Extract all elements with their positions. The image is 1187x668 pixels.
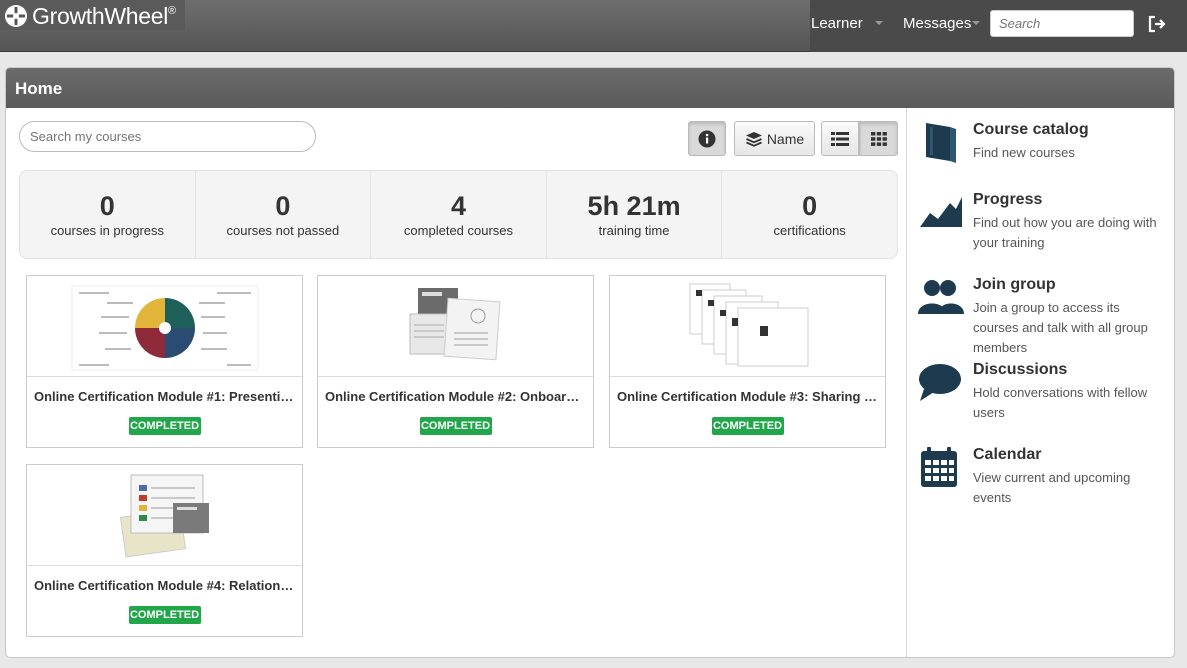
grid-view-icon (870, 131, 887, 146)
course-title[interactable]: Online Certification Module #2: Onboardi… (318, 389, 593, 404)
info-icon (698, 130, 716, 147)
logo[interactable]: GrowthWheel® (0, 0, 185, 30)
top-bar: GrowthWheel® Learner Messages (0, 0, 1187, 52)
sidebar-item-join-group[interactable]: Join group Join a group to access its co… (916, 276, 1171, 355)
relationship-materials-image (119, 474, 209, 558)
sidebar-title[interactable]: Calendar (973, 446, 1041, 464)
stat-label: courses not passed (226, 223, 340, 238)
course-search-input[interactable] (19, 121, 316, 152)
course-card[interactable]: Online Certification Module #4: Relation… (26, 464, 303, 637)
stat-courses-not-passed: 0 courses not passed (196, 171, 372, 258)
learner-caret-icon[interactable] (875, 21, 883, 25)
info-button[interactable] (688, 121, 726, 156)
book-icon (926, 123, 956, 163)
sidebar-item-progress[interactable]: Progress Find out how you are doing with… (916, 191, 1171, 253)
chart-icon (920, 197, 962, 227)
layers-icon (745, 131, 762, 147)
home-panel: Home Name 0 cour (5, 67, 1175, 658)
messages-caret-icon[interactable] (972, 21, 980, 25)
grid-view-button[interactable] (859, 121, 898, 156)
sidebar-item-calendar[interactable]: Calendar View current and upcoming event… (916, 446, 1171, 508)
stat-courses-in-progress: 0 courses in progress (20, 171, 196, 258)
stat-value: 0 (99, 191, 115, 221)
logo-registered-mark: ® (168, 5, 176, 17)
nav-learner[interactable]: Learner (811, 15, 863, 32)
sidebar-desc: View current and upcoming events (973, 470, 1131, 505)
status-badge: COMPLETED (419, 417, 492, 435)
course-thumbnail[interactable] (610, 276, 885, 377)
stat-value: 4 (450, 191, 466, 221)
course-title[interactable]: Online Certification Module #4: Relation… (27, 578, 302, 593)
sidebar-divider (906, 108, 907, 657)
status-badge: COMPLETED (128, 606, 201, 624)
stats-bar: 0 courses in progress 0 courses not pass… (19, 170, 898, 259)
course-thumbnail[interactable] (318, 276, 593, 377)
sidebar-item-course-catalog[interactable]: Course catalog Find new courses (916, 121, 1171, 171)
stat-label: completed courses (403, 223, 514, 238)
sidebar-desc: Join a group to access its courses and t… (973, 300, 1148, 355)
list-view-icon (831, 131, 849, 146)
sidebar-desc: Find new courses (973, 145, 1075, 160)
global-search-input[interactable] (990, 10, 1134, 37)
stat-label: certifications (773, 223, 846, 238)
course-thumbnail[interactable] (27, 465, 302, 566)
stat-value: 5h 21m (587, 191, 681, 221)
stat-value: 0 (802, 191, 818, 221)
sort-label: Name (766, 130, 805, 147)
stat-label: training time (598, 223, 670, 238)
sidebar-title[interactable]: Course catalog (973, 121, 1089, 139)
sort-by-name-button[interactable]: Name (734, 121, 815, 156)
sidebar-desc: Hold conversations with fellow users (973, 385, 1148, 420)
stat-label: courses in progress (50, 223, 165, 238)
sidebar-item-discussions[interactable]: Discussions Hold conversations with fell… (916, 361, 1171, 423)
logout-icon[interactable] (1147, 14, 1167, 34)
onboarding-materials-image (409, 288, 501, 361)
course-card[interactable]: Online Certification Module #3: Sharing … (609, 275, 886, 448)
stat-value: 0 (275, 191, 291, 221)
nav-messages[interactable]: Messages (903, 15, 971, 32)
course-title[interactable]: Online Certification Module #1: Presenti… (27, 389, 302, 404)
stat-training-time: 5h 21m training time (547, 171, 723, 258)
status-badge: COMPLETED (128, 417, 201, 435)
group-icon (918, 280, 964, 314)
sidebar-title[interactable]: Join group (973, 276, 1056, 294)
calendar-icon (921, 447, 957, 487)
stat-completed-courses: 4 completed courses (371, 171, 547, 258)
list-view-button[interactable] (821, 121, 859, 156)
status-badge: COMPLETED (711, 417, 784, 435)
tools-pages-image (689, 283, 809, 367)
stat-certifications: 0 certifications (722, 171, 897, 258)
page-title: Home (6, 68, 1174, 108)
sidebar-desc: Find out how you are doing with your tra… (973, 215, 1157, 250)
sidebar-title[interactable]: Progress (973, 191, 1042, 209)
course-thumbnail[interactable] (27, 276, 302, 377)
sidebar-title[interactable]: Discussions (973, 361, 1067, 379)
speech-bubble-icon (919, 364, 961, 401)
logo-text: GrowthWheel (32, 3, 169, 29)
course-card[interactable]: Online Certification Module #2: Onboardi… (317, 275, 594, 448)
course-title[interactable]: Online Certification Module #3: Sharing … (610, 389, 885, 404)
course-card[interactable]: Online Certification Module #1: Presenti… (26, 275, 303, 448)
growthwheel-chart-image (71, 285, 259, 371)
growthwheel-logo-icon (5, 5, 27, 27)
